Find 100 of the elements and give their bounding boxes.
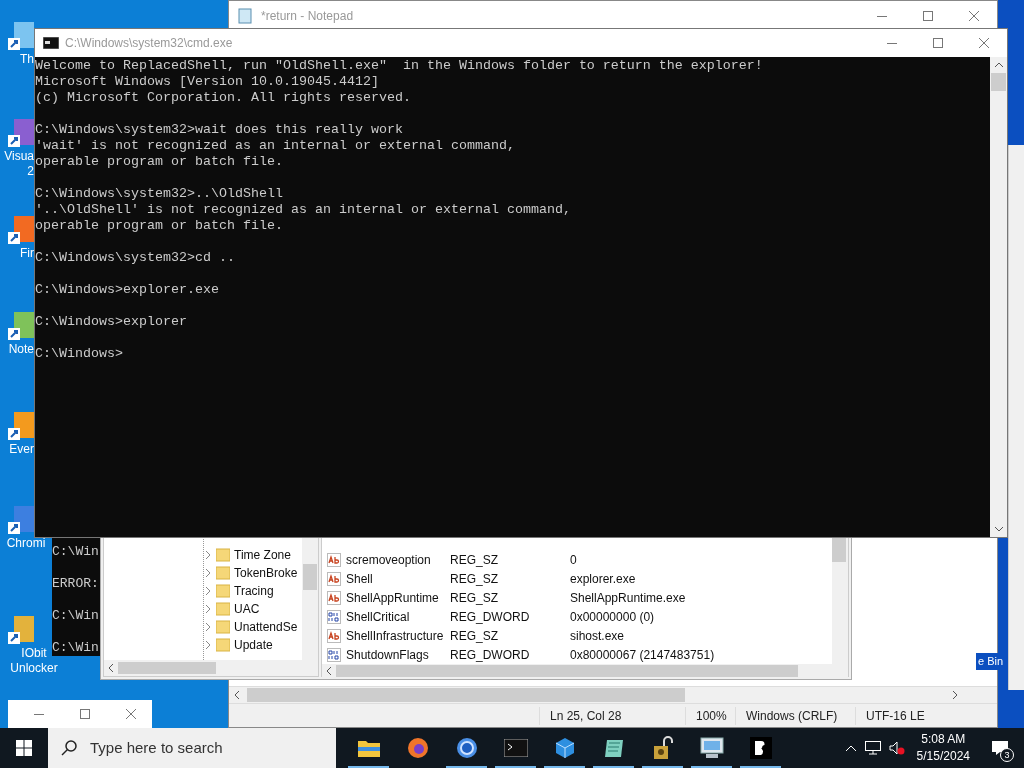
close-icon xyxy=(969,11,979,21)
search-field[interactable]: Type here to search xyxy=(48,728,336,768)
cube-icon xyxy=(553,737,576,759)
flame-globe-icon xyxy=(406,737,429,759)
time-text: 5:08 AM xyxy=(921,731,966,748)
maximize-icon xyxy=(933,38,943,48)
date-text: 5/15/2024 xyxy=(916,748,970,765)
icon-label: Unlocker xyxy=(10,661,58,676)
icon-label: Th xyxy=(20,52,34,67)
tree-item[interactable]: Update xyxy=(204,636,302,654)
status-text: 100% xyxy=(685,706,735,725)
console-line: C:\Windows> xyxy=(35,346,123,362)
folder-icon xyxy=(216,584,230,598)
icon-label: Fir xyxy=(20,246,34,261)
monitor-icon xyxy=(699,737,724,759)
icon-label: Chromi xyxy=(6,536,46,551)
value-row[interactable]: ShellAppRuntime REG_SZ ShellAppRuntime.exe xyxy=(322,588,832,607)
console-line: C:\Win xyxy=(52,640,100,656)
status-text: Ln 25, Col 28 xyxy=(539,706,685,725)
string-value-icon xyxy=(327,590,341,605)
scrollbar-thumb[interactable] xyxy=(336,665,798,677)
console-line: Welcome to ReplacedShell, run "OldShell.exe" in the Windows folder to return the explorer! xyxy=(35,58,763,74)
clock[interactable]: 5:08 AM 5/15/2024 xyxy=(912,731,974,765)
scrollbar-thumb[interactable] xyxy=(118,662,216,674)
window-title: *return - Notepad xyxy=(261,8,354,25)
terminal-icon xyxy=(503,739,528,757)
console-line: C:\Windows\system32>wait does this really work xyxy=(35,122,403,138)
notification-button[interactable]: 3 xyxy=(982,728,1018,768)
minimize-icon xyxy=(34,713,44,715)
value-row[interactable]: ShellCritical REG_DWORD 0x00000000 (0) xyxy=(322,607,832,626)
search-icon xyxy=(60,739,78,757)
folder-icon xyxy=(216,566,230,580)
value-type: REG_SZ xyxy=(450,589,499,607)
console-line: Microsoft Windows [Version 10.0.19045.4412] xyxy=(35,74,379,90)
console-line: operable program or batch file. xyxy=(35,218,283,234)
console-line: C:\Win xyxy=(52,608,100,624)
notification-count: 3 xyxy=(1000,748,1014,762)
minimize-icon xyxy=(887,42,897,44)
padlock-icon xyxy=(651,736,674,760)
tree-item[interactable]: TokenBroke xyxy=(204,564,302,582)
console-line: ERROR: xyxy=(52,576,100,592)
icon-label: Ever xyxy=(9,442,34,457)
value-row[interactable]: scremoveoption REG_SZ 0 xyxy=(322,550,832,569)
value-type: REG_SZ xyxy=(450,551,499,569)
status-text: UTF-16 LE xyxy=(855,706,965,725)
minimize-icon xyxy=(877,15,887,17)
console-line: '..\OldShell' is not recognized as an internal or external command, xyxy=(35,202,571,218)
value-data: sihost.exe xyxy=(570,627,625,645)
scrollbar-thumb[interactable] xyxy=(991,73,1006,91)
string-value-icon xyxy=(327,571,341,586)
value-name: scremoveoption xyxy=(346,551,432,569)
icon-label: Visua xyxy=(4,149,34,164)
value-type: REG_SZ xyxy=(450,570,499,588)
value-name: ShutdownFlags xyxy=(346,646,430,664)
scrollbar-thumb[interactable] xyxy=(247,688,685,702)
console-line: C:\Win xyxy=(52,544,100,560)
folder-icon xyxy=(357,739,380,757)
console-icon xyxy=(43,37,59,49)
tree-item[interactable]: UAC xyxy=(204,600,302,618)
notepad-icon xyxy=(237,8,253,24)
close-icon xyxy=(979,38,989,48)
binary-value-icon xyxy=(327,609,341,624)
value-type: REG_DWORD xyxy=(450,646,531,664)
value-data: 0x00000000 (0) xyxy=(570,608,655,626)
volume-muted-icon[interactable] xyxy=(888,741,905,755)
value-data: 0 xyxy=(570,551,577,569)
value-name: ShellAppRuntime xyxy=(346,589,440,607)
maximize-icon xyxy=(80,709,90,719)
folder-icon xyxy=(216,548,230,562)
folder-icon xyxy=(216,638,230,652)
status-text: Windows (CRLF) xyxy=(735,706,855,725)
value-row[interactable]: ShutdownFlags REG_DWORD 0x80000067 (2147483751) xyxy=(322,645,832,664)
value-type: REG_SZ xyxy=(450,627,499,645)
icon-label: IObit xyxy=(21,646,47,661)
icon-label: Note xyxy=(8,342,34,357)
value-name: ShellInfrastructure xyxy=(346,627,445,645)
console-line: operable program or batch file. xyxy=(35,154,283,170)
console-line: C:\Windows\system32>..\OldShell xyxy=(35,186,283,202)
value-data: ShellAppRuntime.exe xyxy=(570,589,686,607)
ring-icon xyxy=(455,737,478,759)
console-line: C:\Windows>explorer xyxy=(35,314,187,330)
chevron-up-icon[interactable] xyxy=(844,744,857,752)
value-row[interactable]: Shell REG_SZ explorer.exe xyxy=(322,569,832,588)
value-row[interactable]: ShellInfrastructure REG_SZ sihost.exe xyxy=(322,626,832,645)
icon-label: e Bin xyxy=(976,653,1006,670)
tree-item[interactable]: UnattendSe xyxy=(204,618,302,636)
tree-item[interactable]: Time Zone xyxy=(204,546,302,564)
folder-icon xyxy=(216,602,230,616)
icon-label: 2 xyxy=(27,164,34,179)
console-line: C:\Windows>explorer.exe xyxy=(35,282,219,298)
value-type: REG_DWORD xyxy=(450,608,531,626)
scrollbar-thumb[interactable] xyxy=(303,564,317,590)
search-input[interactable]: Type here to search xyxy=(90,736,310,760)
maximize-icon xyxy=(923,11,933,21)
logo-icon xyxy=(749,737,772,759)
string-value-icon xyxy=(327,628,341,643)
value-name: ShellCritical xyxy=(346,608,411,626)
network-icon[interactable] xyxy=(864,741,881,755)
value-data: 0x80000067 (2147483751) xyxy=(570,646,715,664)
tree-item[interactable]: Tracing xyxy=(204,582,302,600)
